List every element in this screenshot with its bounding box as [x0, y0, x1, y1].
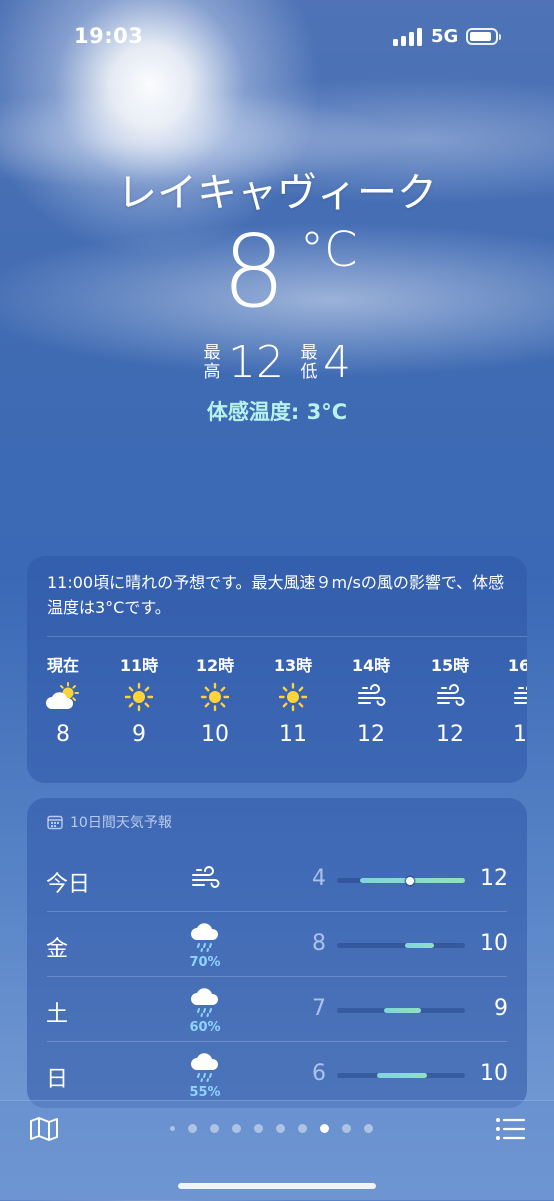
summary-divider	[47, 636, 527, 637]
map-icon[interactable]	[28, 1115, 60, 1143]
hourly-item: 現在 8	[33, 652, 93, 747]
page-indicator[interactable]	[170, 1121, 373, 1135]
hourly-item: 12時 10	[185, 652, 245, 747]
hourly-item: 13時 11	[263, 652, 323, 747]
hour-temperature: 9	[132, 722, 146, 747]
high-label-text: 最高	[203, 343, 221, 382]
temperature-range-bar	[377, 1073, 427, 1078]
low-temperature: 7	[312, 996, 326, 1021]
hour-label: 13時	[273, 656, 313, 675]
daily-forecast-header: 10日間天気予報	[47, 812, 172, 832]
high-temperature: 10	[480, 1061, 508, 1086]
high-label: 最高	[202, 344, 222, 382]
wind-icon	[420, 682, 480, 712]
page-dot[interactable]	[364, 1123, 373, 1133]
row-divider	[47, 1041, 507, 1042]
page-dot[interactable]	[254, 1123, 263, 1133]
daily-row[interactable]: 日 55% 6 10	[27, 1043, 527, 1108]
page-dot[interactable]	[276, 1123, 285, 1133]
hour-temperature: 10	[201, 722, 229, 747]
hour-temperature: 11	[279, 722, 307, 747]
city-name: レイキャヴィーク	[117, 170, 437, 216]
home-indicator[interactable]	[178, 1183, 376, 1189]
hour-temperature: 12	[513, 722, 527, 747]
high-temperature: 9	[494, 996, 508, 1021]
precipitation-chance: 70%	[189, 955, 221, 970]
hourly-item: 16時 12	[497, 652, 527, 747]
current-temperature: 8	[222, 213, 286, 330]
low-temperature: 4	[312, 866, 326, 891]
list-icon[interactable]	[494, 1115, 526, 1143]
status-time: 19:03	[74, 24, 144, 48]
daily-forecast-title: 10日間天気予報	[70, 815, 172, 831]
wind-icon	[497, 682, 527, 712]
hour-label: 16時	[507, 656, 527, 675]
page-dot[interactable]	[188, 1123, 197, 1133]
page-dot[interactable]	[320, 1123, 329, 1133]
page-dot[interactable]	[232, 1123, 241, 1133]
daily-row[interactable]: 金 70% 8 10	[27, 913, 527, 978]
hourly-item: 14時 12	[341, 652, 401, 747]
current-temperature-dot	[406, 876, 414, 885]
high-temperature: 10	[480, 931, 508, 956]
temperature-range-bar	[405, 943, 434, 948]
hour-label: 12時	[195, 656, 235, 675]
page-dot[interactable]	[342, 1123, 351, 1133]
day-name: 日	[46, 1067, 69, 1092]
daily-forecast-card[interactable]: 10日間天気予報 今日 4 12 金 70% 8 10 土 60% 7 9 日 55% 6 10	[27, 798, 527, 1108]
low-label-text: 最低	[300, 343, 318, 382]
temperature-range-track	[337, 943, 465, 948]
rain-icon	[185, 923, 225, 957]
partly-cloudy-icon	[33, 682, 93, 712]
day-name: 金	[46, 937, 69, 962]
battery-icon	[466, 28, 501, 45]
wind-icon	[185, 866, 225, 896]
hourly-item: 15時 12	[420, 652, 480, 747]
hour-label: 15時	[430, 656, 470, 675]
low-temperature: 4	[323, 337, 351, 388]
hour-temperature: 8	[56, 722, 70, 747]
calendar-icon	[47, 815, 63, 830]
cellular-signal-icon	[393, 28, 423, 46]
temperature-range-track	[337, 1073, 465, 1078]
rain-icon	[185, 988, 225, 1022]
temperature-range-bar	[384, 1008, 421, 1013]
page-dot[interactable]	[170, 1125, 175, 1131]
hourly-item: 11時 9	[109, 652, 169, 747]
feels-like: 体感温度: 3°C	[206, 400, 348, 424]
temperature-range-track	[337, 876, 465, 885]
row-divider	[47, 911, 507, 912]
low-temperature: 6	[312, 1061, 326, 1086]
temperature-range-track	[337, 1008, 465, 1013]
page-dot[interactable]	[298, 1123, 307, 1133]
day-name: 土	[46, 1002, 69, 1027]
day-name: 今日	[46, 872, 91, 897]
forecast-summary: 11:00頃に晴れの予想です。最大風速９m/sの風の影響で、体感温度は3°Cです…	[47, 573, 505, 617]
page-dot[interactable]	[210, 1123, 219, 1133]
low-label: 最低	[299, 344, 319, 382]
sun-icon	[109, 682, 169, 712]
high-temperature: 12	[480, 866, 508, 891]
wind-icon	[341, 682, 401, 712]
hour-label: 11時	[119, 656, 159, 675]
hour-temperature: 12	[357, 722, 385, 747]
precipitation-chance: 55%	[189, 1085, 221, 1100]
sun-icon	[263, 682, 323, 712]
temperature-unit: °C	[300, 222, 358, 278]
hour-temperature: 12	[436, 722, 464, 747]
high-temperature: 12	[228, 337, 284, 388]
daily-row[interactable]: 土 60% 7 9	[27, 978, 527, 1043]
precipitation-chance: 60%	[189, 1020, 221, 1035]
rain-icon	[185, 1053, 225, 1087]
low-temperature: 8	[312, 931, 326, 956]
hourly-forecast-card[interactable]: 11:00頃に晴れの予想です。最大風速９m/sの風の影響で、体感温度は3°Cです…	[27, 556, 527, 783]
hour-label: 現在	[46, 656, 79, 675]
row-divider	[47, 976, 507, 977]
sun-icon	[185, 682, 245, 712]
network-type: 5G	[431, 26, 459, 47]
daily-row[interactable]: 今日 4 12	[27, 848, 527, 913]
hour-label: 14時	[351, 656, 391, 675]
